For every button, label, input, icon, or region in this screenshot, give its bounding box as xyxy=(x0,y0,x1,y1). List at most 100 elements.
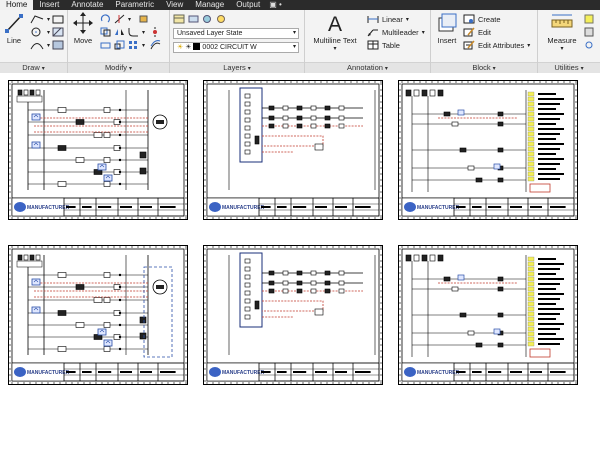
tab-manage[interactable]: Manage xyxy=(189,0,230,10)
measure-button[interactable]: Measure ▾ xyxy=(544,12,580,52)
schematic-drawing: MANUFACTURER xyxy=(398,80,578,220)
layer-tool-1[interactable] xyxy=(188,13,199,25)
layer-tool-2[interactable] xyxy=(202,13,213,25)
utilities-panel-title[interactable]: Utilities ▾ xyxy=(538,62,600,73)
utility-tool-1[interactable] xyxy=(584,13,594,25)
move-button[interactable]: Move xyxy=(71,12,95,45)
draw-panel-title[interactable]: Draw ▾ xyxy=(0,62,67,73)
drawing-sheet[interactable]: MANUFACTURER xyxy=(203,80,383,220)
edit-attributes-icon xyxy=(463,40,475,50)
svg-text:MANUFACTURER: MANUFACTURER xyxy=(27,205,70,211)
array-dropdown-icon: ▾ xyxy=(142,42,146,49)
multileader-button[interactable]: Multileader ▾ xyxy=(367,26,425,38)
drawing-sheet[interactable]: MANUFACTURER xyxy=(8,80,188,220)
schematic-drawing: MANUFACTURER xyxy=(203,80,383,220)
edit-attributes-label: Edit Attributes xyxy=(478,40,525,50)
quick-select-icon xyxy=(584,14,594,24)
trim-dropdown[interactable]: ▾ xyxy=(128,13,131,25)
measure-dropdown-icon: ▾ xyxy=(560,46,564,52)
edit-block-button[interactable]: Edit xyxy=(463,26,491,38)
table-button[interactable]: Table xyxy=(367,39,400,51)
edit-attributes-dropdown-icon: ▾ xyxy=(527,42,531,49)
modify-expand-icon: ▾ xyxy=(129,66,133,72)
scale-button[interactable] xyxy=(114,39,125,51)
svg-text:MANUFACTURER: MANUFACTURER xyxy=(27,370,70,376)
edit-block-icon xyxy=(463,27,475,37)
layer-freeze-icon xyxy=(203,15,211,23)
utility-tool-2[interactable] xyxy=(584,26,594,38)
linear-dimension-icon xyxy=(367,16,379,23)
explode-button[interactable] xyxy=(150,26,161,38)
offset-button[interactable] xyxy=(150,39,161,51)
fillet-button[interactable]: ▾ xyxy=(128,26,145,38)
hatch-button[interactable] xyxy=(52,26,64,38)
linear-dimension-button[interactable]: Linear ▾ xyxy=(367,13,409,25)
layer-state-value: Unsaved Layer State xyxy=(177,30,243,37)
drawing-sheet[interactable]: MANUFACTURER xyxy=(8,245,188,385)
layers-panel-title[interactable]: Layers ▾ xyxy=(170,62,304,73)
multileader-label: Multileader xyxy=(382,27,419,37)
tab-annotate[interactable]: Annotate xyxy=(65,0,109,10)
edit-attributes-button[interactable]: Edit Attributes ▾ xyxy=(463,39,530,51)
copy-button[interactable] xyxy=(100,26,111,38)
polyline-icon xyxy=(30,15,44,24)
drawing-canvas[interactable]: MANUFACTURER MANUFACTURER MANUFACTURER M… xyxy=(0,73,600,451)
current-layer-dropdown[interactable]: ☀ ☀ 0002 CIRCUIT W ▾ xyxy=(173,42,299,53)
drawing-sheet[interactable]: MANUFACTURER xyxy=(398,80,578,220)
modify-panel-title[interactable]: Modify ▾ xyxy=(68,62,169,73)
edit-label: Edit xyxy=(478,27,491,37)
layer-properties-button[interactable] xyxy=(173,13,185,25)
layer-properties-icon xyxy=(173,14,185,24)
multileader-icon xyxy=(367,29,378,37)
rotate-icon xyxy=(100,14,111,23)
create-block-button[interactable]: Create xyxy=(463,13,501,25)
measure-label: Measure xyxy=(547,36,577,45)
tab-output[interactable]: Output xyxy=(230,0,266,10)
move-icon xyxy=(73,12,93,34)
multiline-text-button[interactable]: A Multiline Text ▾ xyxy=(309,12,361,52)
mirror-button[interactable] xyxy=(114,26,125,38)
table-icon xyxy=(367,40,379,50)
tab-view[interactable]: View xyxy=(160,0,189,10)
layer-tool-3[interactable] xyxy=(216,13,227,25)
scale-icon xyxy=(114,40,125,50)
create-label: Create xyxy=(478,14,501,24)
circle-button[interactable]: ▾ xyxy=(30,26,50,38)
utilities-panel: Measure ▾ Utilities ▾ xyxy=(538,10,600,73)
layers-title-text: Layers xyxy=(223,63,246,72)
tab-insert[interactable]: Insert xyxy=(33,0,65,10)
ribbon-minimize-toggle[interactable]: ▣ • xyxy=(266,0,285,10)
tab-home[interactable]: Home xyxy=(0,0,34,10)
stretch-button[interactable] xyxy=(100,39,111,51)
erase-button[interactable] xyxy=(138,13,149,25)
polyline-button[interactable]: ▾ xyxy=(30,13,50,25)
rotate-button[interactable] xyxy=(100,13,111,25)
svg-text:MANUFACTURER: MANUFACTURER xyxy=(222,370,265,376)
schematic-drawing: MANUFACTURER xyxy=(203,245,383,385)
utility-tool-3[interactable] xyxy=(584,39,594,51)
block-panel: Insert Create Edit Edit Attributes ▾ Blo… xyxy=(431,10,538,73)
table-label: Table xyxy=(382,40,400,50)
block-panel-title[interactable]: Block ▾ xyxy=(431,62,537,73)
drawing-sheet[interactable]: MANUFACTURER xyxy=(398,245,578,385)
arc-dropdown-icon: ▾ xyxy=(47,42,51,49)
arc-button[interactable]: ▾ xyxy=(30,39,50,51)
layer-isolate-icon xyxy=(188,15,199,23)
layer-state-dropdown[interactable]: Unsaved Layer State ▾ xyxy=(173,28,299,39)
tab-parametric[interactable]: Parametric xyxy=(109,0,160,10)
line-button[interactable]: Line xyxy=(3,12,25,45)
offset-icon xyxy=(150,40,161,50)
svg-text:MANUFACTURER: MANUFACTURER xyxy=(417,205,460,211)
array-button[interactable]: ▾ xyxy=(128,39,145,51)
layer-color-swatch xyxy=(193,43,201,50)
gradient-button[interactable] xyxy=(52,39,64,51)
annotation-panel-title[interactable]: Annotation ▾ xyxy=(305,62,430,73)
polyline-dropdown-icon: ▾ xyxy=(47,16,51,23)
trim-button[interactable] xyxy=(114,13,125,25)
drawing-sheet[interactable]: MANUFACTURER xyxy=(203,245,383,385)
insert-block-button[interactable]: Insert xyxy=(434,12,460,45)
block-expand-icon: ▾ xyxy=(492,66,496,72)
ribbon: Line ▾ ▾ ▾ Draw ▾ Move ▾ ▾ ▾ Modify ▾ Un… xyxy=(0,10,600,73)
utilities-expand-icon: ▾ xyxy=(580,66,584,72)
rectangle-button[interactable] xyxy=(52,13,64,25)
